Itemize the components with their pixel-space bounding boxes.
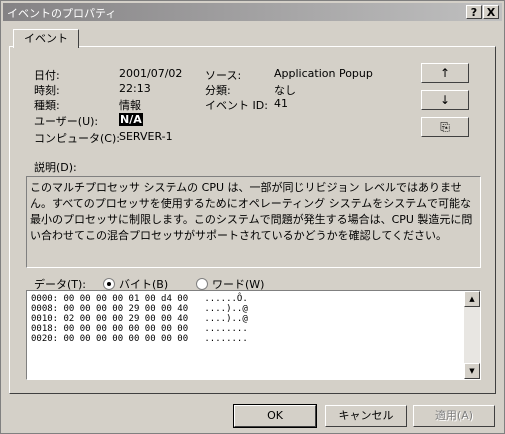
scroll-up-icon[interactable]: ▲ [464,291,480,307]
type-label: 種類: [34,99,60,112]
title-bar[interactable]: イベントのプロパティ ? X [3,3,502,21]
ok-button[interactable]: OK [233,404,317,428]
copy-icon: ⎘ [440,120,450,134]
cancel-button[interactable]: キャンセル [325,405,407,427]
description-label: 説明(D): [34,161,77,174]
type-value: 情報 [119,99,141,112]
time-label: 時刻: [34,84,60,97]
arrow-down-icon: ↓ [439,93,451,107]
computer-value: SERVER-1 [119,130,173,143]
date-value: 2001/07/02 [119,67,183,80]
time-value: 22:13 [119,82,151,95]
event-properties-dialog: イベントのプロパティ ? X イベント 日付: 2001/07/02 時刻: 2… [0,0,505,434]
previous-event-button[interactable]: ↑ [421,63,469,83]
data-hex-dump: 0000: 00 00 00 00 01 00 d4 00 ......Ô. 0… [31,294,248,344]
tab-event[interactable]: イベント [13,29,79,48]
close-button[interactable]: X [483,5,499,19]
user-value[interactable]: N/A [119,113,143,126]
event-id-value: 41 [274,97,288,110]
arrow-up-icon: ↑ [439,66,451,80]
source-label: ソース: [205,69,242,82]
data-box[interactable]: 0000: 00 00 00 00 01 00 d4 00 ......Ô. 0… [26,290,481,380]
description-box[interactable]: このマルチプロセッサ システムの CPU は、一部が同じリビジョン レベルではあ… [26,176,481,268]
next-event-button[interactable]: ↓ [421,90,469,110]
category-value: なし [274,84,296,97]
help-button[interactable]: ? [466,5,482,19]
user-label: ユーザー(U): [34,115,99,128]
apply-button[interactable]: 適用(A) [413,405,495,427]
radio-bytes-circle[interactable] [103,278,115,290]
radio-words-circle[interactable] [196,278,208,290]
date-label: 日付: [34,69,60,82]
scroll-down-icon[interactable]: ▼ [464,363,480,379]
event-id-label: イベント ID: [205,99,268,112]
description-text: このマルチプロセッサ システムの CPU は、一部が同じリビジョン レベルではあ… [30,181,473,242]
category-label: 分類: [205,84,231,97]
window-title: イベントのプロパティ [7,7,117,20]
vertical-scrollbar[interactable]: ▲ ▼ [464,291,480,379]
source-value: Application Popup [274,67,373,80]
computer-label: コンピュータ(C): [34,132,120,145]
copy-button[interactable]: ⎘ [421,117,469,137]
